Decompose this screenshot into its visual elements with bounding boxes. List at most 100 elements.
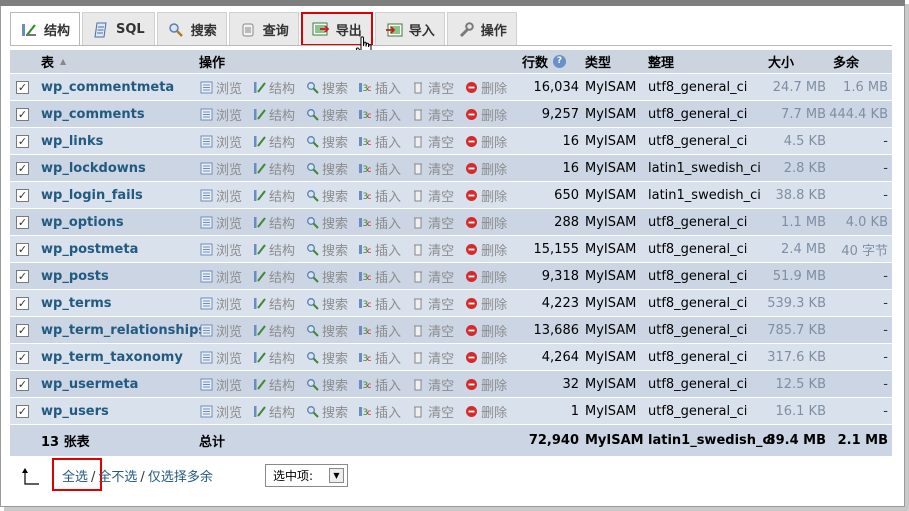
structure-action[interactable]: 结构 (252, 321, 295, 340)
empty-action[interactable]: 清空 (411, 213, 454, 232)
header-type[interactable]: 类型 (585, 50, 643, 73)
empty-action[interactable]: 清空 (411, 159, 454, 178)
tab-query[interactable]: 查询 (228, 12, 299, 46)
table-name-link[interactable]: wp_comments (41, 107, 145, 122)
drop-action[interactable]: 删除 (464, 78, 507, 97)
insert-action[interactable]: 3 c 插入 (358, 132, 401, 151)
row-checkbox[interactable]: ✓ (16, 404, 29, 418)
tab-search[interactable]: 搜索 (156, 12, 227, 46)
search-action[interactable]: 搜索 (305, 159, 348, 178)
empty-action[interactable]: 清空 (411, 240, 454, 259)
empty-action[interactable]: 清空 (411, 78, 454, 97)
browse-action[interactable]: 浏览 (199, 402, 242, 421)
table-name-link[interactable]: wp_lockdowns (41, 161, 146, 176)
structure-action[interactable]: 结构 (252, 213, 295, 232)
structure-action[interactable]: 结构 (252, 159, 295, 178)
empty-action[interactable]: 清空 (411, 375, 454, 394)
chevron-down-icon[interactable]: ▼ (329, 468, 344, 483)
tab-sql[interactable]: SQL (82, 12, 155, 46)
row-checkbox[interactable]: ✓ (16, 242, 29, 256)
insert-action[interactable]: 3 c 插入 (358, 294, 401, 313)
empty-action[interactable]: 清空 (411, 321, 454, 340)
browse-action[interactable]: 浏览 (199, 321, 242, 340)
header-overhead[interactable]: 多余 (833, 50, 889, 73)
search-action[interactable]: 搜索 (305, 213, 348, 232)
search-action[interactable]: 搜索 (305, 348, 348, 367)
header-rows[interactable]: 行数 ? (522, 50, 582, 73)
browse-action[interactable]: 浏览 (199, 267, 242, 286)
drop-action[interactable]: 删除 (464, 294, 507, 313)
row-checkbox[interactable]: ✓ (16, 296, 29, 310)
table-name-link[interactable]: wp_links (41, 134, 103, 149)
structure-action[interactable]: 结构 (252, 105, 295, 124)
row-checkbox[interactable]: ✓ (16, 323, 29, 337)
structure-action[interactable]: 结构 (252, 267, 295, 286)
browse-action[interactable]: 浏览 (199, 240, 242, 259)
row-checkbox[interactable]: ✓ (16, 188, 29, 202)
with-selected-dropdown[interactable]: 选中项: ▼ (265, 464, 348, 487)
row-checkbox[interactable]: ✓ (16, 161, 29, 175)
drop-action[interactable]: 删除 (464, 402, 507, 421)
empty-action[interactable]: 清空 (411, 186, 454, 205)
insert-action[interactable]: 3 c 插入 (358, 402, 401, 421)
header-size[interactable]: 大小 (768, 50, 828, 73)
insert-action[interactable]: 3 c 插入 (358, 159, 401, 178)
insert-action[interactable]: 3 c 插入 (358, 321, 401, 340)
insert-action[interactable]: 3 c 插入 (358, 213, 401, 232)
structure-action[interactable]: 结构 (252, 78, 295, 97)
row-checkbox[interactable]: ✓ (16, 134, 29, 148)
browse-action[interactable]: 浏览 (199, 213, 242, 232)
search-action[interactable]: 搜索 (305, 186, 348, 205)
table-name-link[interactable]: wp_options (41, 215, 124, 230)
tab-structure[interactable]: 结构 (10, 12, 81, 46)
drop-action[interactable]: 删除 (464, 240, 507, 259)
search-action[interactable]: 搜索 (305, 267, 348, 286)
structure-action[interactable]: 结构 (252, 294, 295, 313)
table-name-link[interactable]: wp_postmeta (41, 242, 138, 257)
tab-operations[interactable]: 操作 (446, 12, 517, 46)
header-collation[interactable]: 整理 (648, 50, 764, 73)
drop-action[interactable]: 删除 (464, 348, 507, 367)
row-checkbox[interactable]: ✓ (16, 377, 29, 391)
help-icon[interactable]: ? (553, 55, 567, 68)
search-action[interactable]: 搜索 (305, 132, 348, 151)
table-name-link[interactable]: wp_terms (41, 296, 112, 311)
select-none-link[interactable]: 全不选 (98, 470, 137, 485)
drop-action[interactable]: 删除 (464, 132, 507, 151)
empty-action[interactable]: 清空 (411, 294, 454, 313)
row-checkbox[interactable]: ✓ (16, 107, 29, 121)
select-all-link[interactable]: 全选 (62, 470, 88, 485)
table-name-link[interactable]: wp_term_relationships (41, 323, 206, 338)
search-action[interactable]: 搜索 (305, 402, 348, 421)
browse-action[interactable]: 浏览 (199, 348, 242, 367)
table-name-link[interactable]: wp_posts (41, 269, 109, 284)
structure-action[interactable]: 结构 (252, 375, 295, 394)
insert-action[interactable]: 3 c 插入 (358, 186, 401, 205)
search-action[interactable]: 搜索 (305, 78, 348, 97)
browse-action[interactable]: 浏览 (199, 105, 242, 124)
empty-action[interactable]: 清空 (411, 348, 454, 367)
insert-action[interactable]: 3 c 插入 (358, 240, 401, 259)
drop-action[interactable]: 删除 (464, 105, 507, 124)
empty-action[interactable]: 清空 (411, 132, 454, 151)
structure-action[interactable]: 结构 (252, 132, 295, 151)
row-checkbox[interactable]: ✓ (16, 215, 29, 229)
search-action[interactable]: 搜索 (305, 240, 348, 259)
search-action[interactable]: 搜索 (305, 294, 348, 313)
insert-action[interactable]: 3 c 插入 (358, 105, 401, 124)
search-action[interactable]: 搜索 (305, 105, 348, 124)
structure-action[interactable]: 结构 (252, 240, 295, 259)
insert-action[interactable]: 3 c 插入 (358, 78, 401, 97)
browse-action[interactable]: 浏览 (199, 294, 242, 313)
row-checkbox[interactable]: ✓ (16, 350, 29, 364)
structure-action[interactable]: 结构 (252, 348, 295, 367)
table-name-link[interactable]: wp_users (41, 404, 109, 419)
empty-action[interactable]: 清空 (411, 267, 454, 286)
drop-action[interactable]: 删除 (464, 213, 507, 232)
table-name-link[interactable]: wp_commentmeta (41, 80, 174, 95)
drop-action[interactable]: 删除 (464, 267, 507, 286)
drop-action[interactable]: 删除 (464, 375, 507, 394)
browse-action[interactable]: 浏览 (199, 375, 242, 394)
row-checkbox[interactable]: ✓ (16, 269, 29, 283)
browse-action[interactable]: 浏览 (199, 159, 242, 178)
